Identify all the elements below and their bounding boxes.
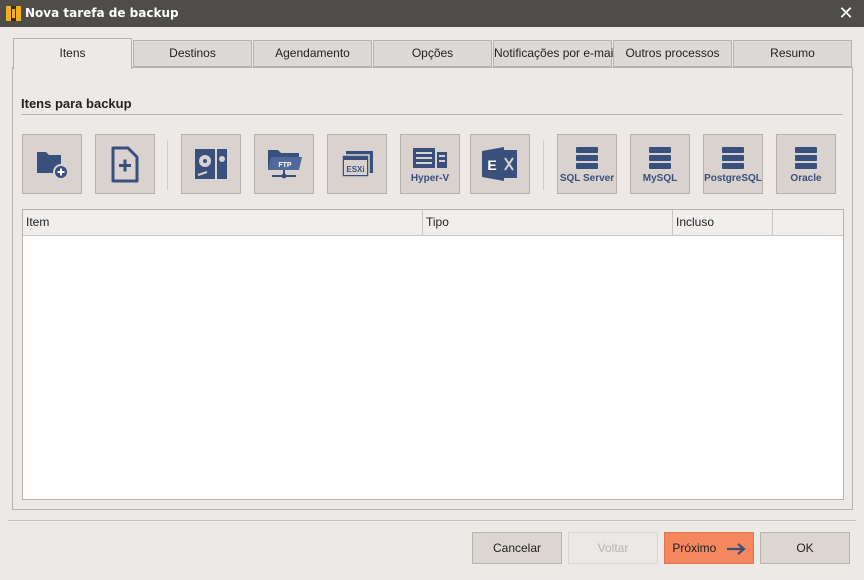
database-icon bbox=[795, 147, 817, 169]
esxi-button[interactable]: ESXi bbox=[327, 134, 387, 194]
oracle-button[interactable]: Oracle bbox=[776, 134, 836, 194]
close-icon[interactable]: ✕ bbox=[828, 0, 864, 27]
mysql-label: MySQL bbox=[642, 173, 678, 184]
hyper-v-icon bbox=[413, 148, 447, 168]
database-icon bbox=[722, 147, 744, 169]
add-folder-button[interactable] bbox=[22, 134, 82, 194]
add-folder-icon bbox=[37, 152, 69, 180]
tab-destinos[interactable]: Destinos bbox=[133, 40, 252, 67]
items-table[interactable]: Item Tipo Incluso bbox=[22, 209, 844, 500]
ftp-icon-text: FTP bbox=[278, 162, 292, 169]
app-logo-icon bbox=[6, 6, 21, 21]
next-button[interactable]: Próximo bbox=[664, 532, 754, 564]
title-bar: Nova tarefa de backup ✕ bbox=[0, 0, 864, 27]
database-icon bbox=[576, 147, 598, 169]
tab-outros-processos[interactable]: Outros processos bbox=[613, 40, 732, 67]
disk-image-icon bbox=[195, 149, 227, 179]
column-header-tipo[interactable]: Tipo bbox=[423, 210, 673, 235]
exchange-icon: E bbox=[482, 147, 517, 181]
column-header-item[interactable]: Item bbox=[23, 210, 423, 235]
tab-opcoes[interactable]: Opções bbox=[373, 40, 492, 67]
exchange-button[interactable]: E bbox=[470, 134, 530, 194]
add-file-icon bbox=[111, 146, 139, 183]
svg-text:E: E bbox=[487, 157, 496, 173]
postgresql-button[interactable]: PostgreSQL bbox=[703, 134, 763, 194]
footer-divider bbox=[8, 520, 856, 521]
items-panel: Itens para backup FTP ESXi Hyper-V E SQL… bbox=[12, 67, 853, 510]
cancel-button[interactable]: Cancelar bbox=[472, 532, 562, 564]
tab-itens[interactable]: Itens bbox=[13, 38, 132, 69]
disk-image-button[interactable] bbox=[181, 134, 241, 194]
sql-server-button[interactable]: SQL Server bbox=[557, 134, 617, 194]
hyper-v-label: Hyper-V bbox=[410, 173, 450, 184]
add-file-button[interactable] bbox=[95, 134, 155, 194]
ftp-folder-icon: FTP bbox=[268, 150, 302, 179]
ftp-button[interactable]: FTP bbox=[254, 134, 314, 194]
postgresql-label: PostgreSQL bbox=[704, 173, 762, 184]
hyper-v-button[interactable]: Hyper-V bbox=[400, 134, 460, 194]
window-title: Nova tarefa de backup bbox=[25, 6, 179, 20]
tab-resumo[interactable]: Resumo bbox=[733, 40, 852, 67]
tab-notificacoes[interactable]: Notificações por e-mail bbox=[493, 40, 616, 67]
esxi-icon: ESXi bbox=[341, 151, 373, 178]
sql-server-label: SQL Server bbox=[559, 173, 615, 184]
toolbar-separator bbox=[543, 140, 544, 190]
tab-agendamento[interactable]: Agendamento bbox=[253, 40, 372, 67]
oracle-label: Oracle bbox=[790, 173, 822, 184]
mysql-button[interactable]: MySQL bbox=[630, 134, 690, 194]
database-icon bbox=[649, 147, 671, 169]
arrow-right-icon bbox=[726, 542, 746, 555]
section-title: Itens para backup bbox=[21, 96, 132, 111]
dialog-body: Itens Destinos Agendamento Opções Notifi… bbox=[0, 27, 864, 580]
next-button-label: Próximo bbox=[672, 541, 717, 555]
esxi-icon-text: ESXi bbox=[346, 165, 364, 174]
section-divider bbox=[21, 114, 843, 115]
toolbar-separator bbox=[167, 140, 168, 190]
table-header: Item Tipo Incluso bbox=[23, 210, 843, 236]
back-button[interactable]: Voltar bbox=[568, 532, 658, 564]
column-header-incluso[interactable]: Incluso bbox=[673, 210, 773, 235]
ok-button[interactable]: OK bbox=[760, 532, 850, 564]
